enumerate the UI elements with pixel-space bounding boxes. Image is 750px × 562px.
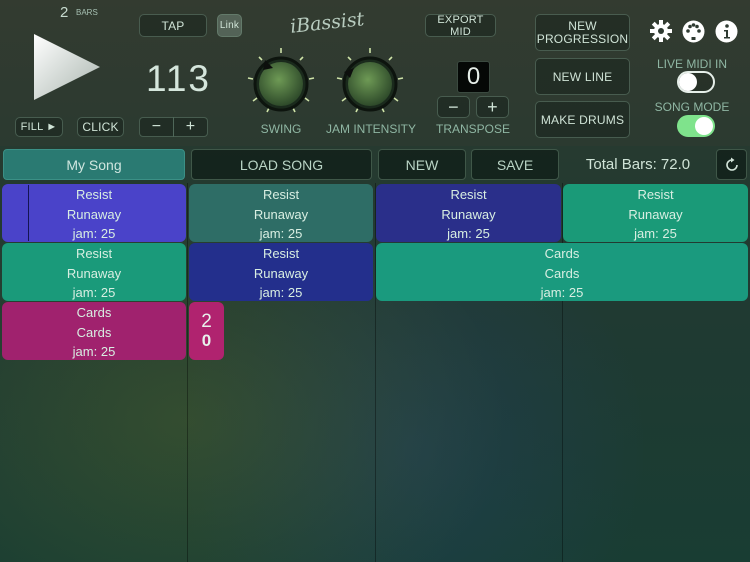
jam-dial-icon: [336, 48, 404, 113]
export-midi-button[interactable]: EXPORT MID: [425, 14, 496, 38]
live-midi-label: LIVE MIDI IN: [656, 57, 727, 71]
play-icon: [34, 34, 100, 100]
transpose-label: TRANSPOSE: [436, 122, 511, 136]
bpm-display: 113: [146, 58, 211, 99]
insert-marker-bottom: 0: [201, 331, 212, 350]
song-clip[interactable]: Resist Runaway jam: 25: [563, 184, 748, 242]
info-icon[interactable]: [715, 20, 738, 43]
tempo-plus-button[interactable]: +: [173, 117, 208, 137]
swing-label: SWING: [260, 122, 302, 136]
transpose-minus-button[interactable]: −: [437, 96, 470, 118]
tempo-minus-button[interactable]: −: [139, 117, 174, 137]
new-line-button[interactable]: NEW LINE: [535, 58, 630, 95]
play-button[interactable]: [28, 30, 104, 104]
gear-icon[interactable]: [650, 20, 672, 42]
song-clip[interactable]: Resist Runaway jam: 25: [376, 184, 561, 242]
swing-dial-icon: [247, 48, 315, 113]
song-mode-toggle[interactable]: [677, 115, 715, 137]
song-mode-toggle-knob: [695, 117, 713, 135]
load-song-button[interactable]: LOAD SONG: [191, 149, 372, 180]
song-clip[interactable]: Resist Runaway jam: 25: [2, 184, 186, 242]
song-clip[interactable]: Cards Cards jam: 25: [376, 243, 748, 301]
live-midi-toggle[interactable]: [677, 71, 715, 93]
refresh-icon: [725, 157, 738, 171]
playhead: [28, 185, 29, 241]
link-button[interactable]: Link: [217, 14, 242, 37]
transpose-plus-button[interactable]: +: [476, 96, 509, 118]
bars-label: BARS: [76, 8, 98, 17]
jam-intensity-label: JAM INTENSITY: [326, 122, 417, 136]
song-clip[interactable]: Resist Runaway jam: 25: [189, 184, 373, 242]
song-clip[interactable]: Resist Runaway jam: 25: [189, 243, 373, 301]
fill-button[interactable]: FILL ►: [15, 117, 63, 137]
transpose-value: 0: [457, 61, 490, 93]
jam-intensity-knob[interactable]: [334, 46, 406, 118]
make-drums-button[interactable]: MAKE DRUMS: [535, 101, 630, 138]
new-progression-button[interactable]: NEW PROGRESSION: [535, 14, 630, 51]
insert-marker[interactable]: 2 0: [189, 302, 224, 360]
song-clip[interactable]: Resist Runaway jam: 25: [2, 243, 186, 301]
bars-count: 2: [60, 4, 69, 21]
loop-button[interactable]: [716, 149, 747, 180]
tap-button[interactable]: TAP: [139, 14, 207, 37]
new-song-button[interactable]: NEW: [378, 149, 466, 180]
click-button[interactable]: CLICK: [77, 117, 124, 137]
live-midi-toggle-knob: [679, 73, 697, 91]
song-clip[interactable]: Cards Cards jam: 25: [2, 302, 186, 360]
insert-marker-top: 2: [201, 311, 212, 332]
song-mode-label: SONG MODE: [654, 100, 730, 114]
total-bars-display: Total Bars: 72.0: [585, 156, 691, 173]
save-song-button[interactable]: SAVE: [471, 149, 559, 180]
song-name-field[interactable]: My Song: [3, 149, 185, 180]
midi-icon[interactable]: [682, 20, 705, 43]
swing-knob[interactable]: [245, 46, 317, 118]
